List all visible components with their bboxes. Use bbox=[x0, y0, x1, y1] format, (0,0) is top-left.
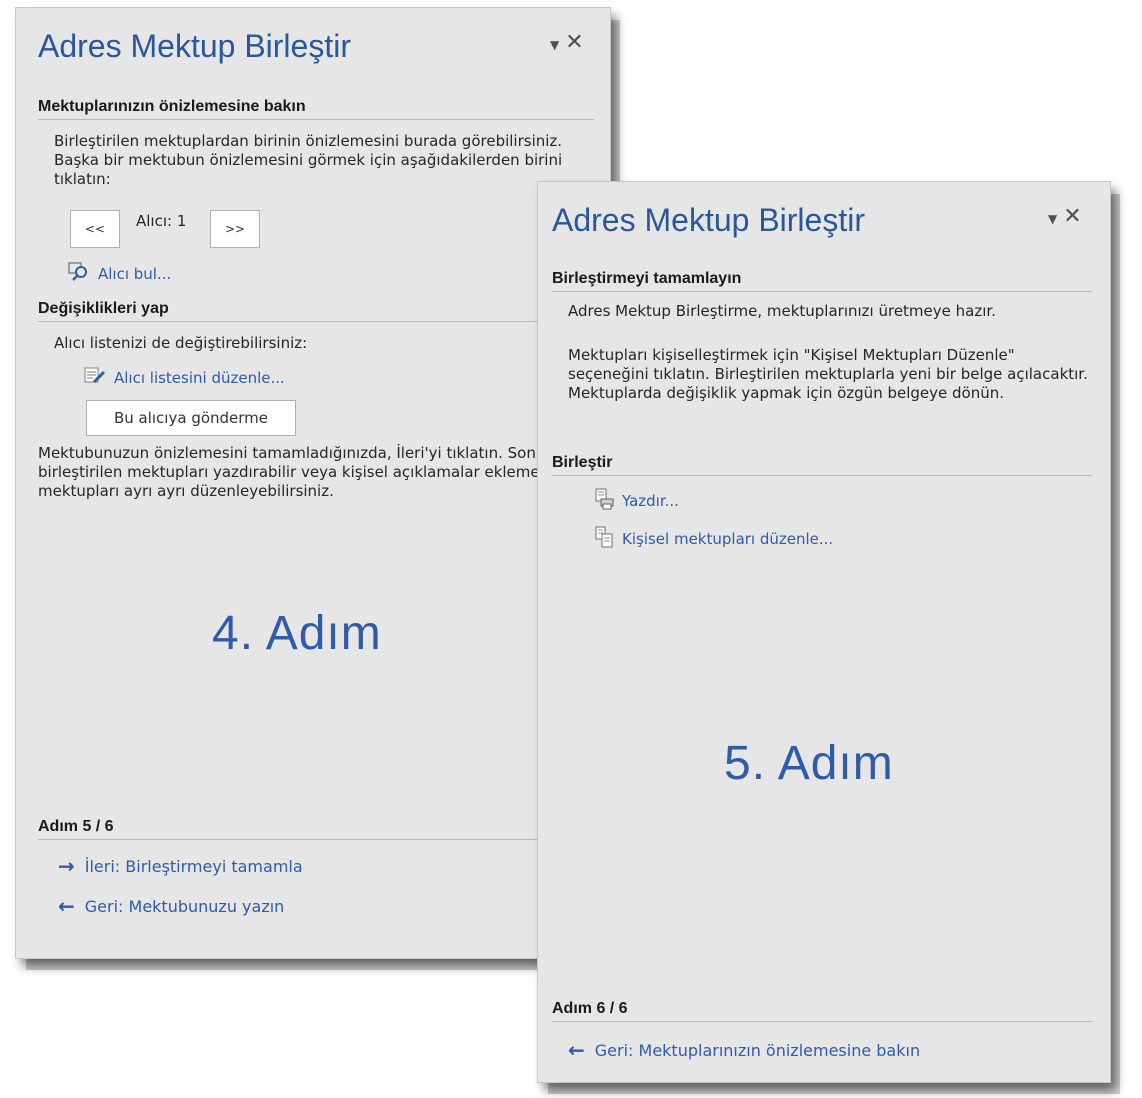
find-recipient-link[interactable]: Alıcı bul... bbox=[68, 262, 171, 286]
ready-description: Adres Mektup Birleştirme, mektuplarınızı… bbox=[568, 302, 996, 320]
edit-individual-letters-link[interactable]: Kişisel mektupları düzenle... bbox=[594, 526, 833, 552]
edit-recipient-list-link[interactable]: Alıcı listesini düzenle... bbox=[84, 366, 285, 390]
previous-step-label: Geri: Mektuplarınızın önizlemesine bakın bbox=[594, 1040, 921, 1060]
print-icon bbox=[594, 488, 614, 514]
close-icon[interactable]: ✕ bbox=[565, 30, 583, 55]
recipient-indicator: Alıcı: 1 bbox=[136, 212, 187, 230]
finish-description: Mektubunuzun önizlemesini tamamladığınız… bbox=[38, 444, 595, 500]
mail-merge-pane-step4: Adres Mektup Birleştir ▼ ✕ Mektuplarınızı… bbox=[16, 8, 610, 958]
previous-recipient-button[interactable]: << bbox=[70, 210, 120, 248]
exclude-recipient-button[interactable]: Bu alıcıya gönderme bbox=[86, 400, 296, 436]
print-link[interactable]: Yazdır... bbox=[594, 488, 679, 514]
pane-controls: ▼ ✕ bbox=[550, 30, 584, 55]
preview-description: Birleştirilen mektuplardan birinin önizl… bbox=[54, 132, 563, 188]
section-changes-heading: Değişiklikleri yap bbox=[38, 300, 594, 322]
pane-title: Adres Mektup Birleştir bbox=[552, 202, 865, 238]
next-step-link[interactable]: → İleri: Birleştirmeyi tamamla bbox=[58, 854, 303, 878]
step-indicator: Adım 6 / 6 bbox=[552, 1000, 1092, 1022]
previous-step-link[interactable]: ← Geri: Mektuplarınızın önizlemesine bak… bbox=[568, 1038, 920, 1062]
arrow-left-icon: ← bbox=[58, 894, 75, 918]
section-complete-heading: Birleştirmeyi tamamlayın bbox=[552, 270, 1092, 292]
edit-recipient-list-label: Alıcı listesini düzenle... bbox=[114, 369, 285, 387]
dropdown-arrow-icon[interactable]: ▼ bbox=[1048, 212, 1057, 226]
pane-controls: ▼ ✕ bbox=[1048, 204, 1082, 229]
section-merge-heading: Birleştir bbox=[552, 454, 1092, 476]
section-preview-heading: Mektuplarınızın önizlemesine bakın bbox=[38, 98, 594, 120]
dropdown-arrow-icon[interactable]: ▼ bbox=[550, 38, 559, 52]
next-recipient-button[interactable]: >> bbox=[210, 210, 260, 248]
find-recipient-label: Alıcı bul... bbox=[98, 265, 172, 283]
step-overlay-label: 5. Adım bbox=[724, 737, 894, 790]
close-icon[interactable]: ✕ bbox=[1063, 204, 1081, 229]
mail-merge-pane-step5: Adres Mektup Birleştir ▼ ✕ Birleştirmeyi … bbox=[538, 182, 1110, 1082]
print-label: Yazdır... bbox=[622, 492, 679, 510]
previous-step-link[interactable]: ← Geri: Mektubunuzu yazın bbox=[58, 894, 284, 918]
edit-letters-icon bbox=[594, 526, 614, 552]
arrow-right-icon: → bbox=[58, 854, 75, 878]
pane-title: Adres Mektup Birleştir bbox=[38, 28, 351, 64]
next-step-label: İleri: Birleştirmeyi tamamla bbox=[84, 856, 303, 876]
changes-description: Alıcı listenizi de değiştirebilirsiniz: bbox=[54, 334, 308, 352]
magnifier-icon bbox=[68, 262, 90, 286]
step-overlay-label: 4. Adım bbox=[212, 607, 382, 660]
edit-list-icon bbox=[84, 366, 106, 390]
edit-individual-letters-label: Kişisel mektupları düzenle... bbox=[622, 530, 834, 548]
arrow-left-icon: ← bbox=[568, 1038, 585, 1062]
step-indicator: Adım 5 / 6 bbox=[38, 818, 594, 840]
previous-step-label: Geri: Mektubunuzu yazın bbox=[84, 896, 285, 916]
personalize-description: Mektupları kişiselleştirmek için "Kişise… bbox=[568, 346, 1088, 402]
